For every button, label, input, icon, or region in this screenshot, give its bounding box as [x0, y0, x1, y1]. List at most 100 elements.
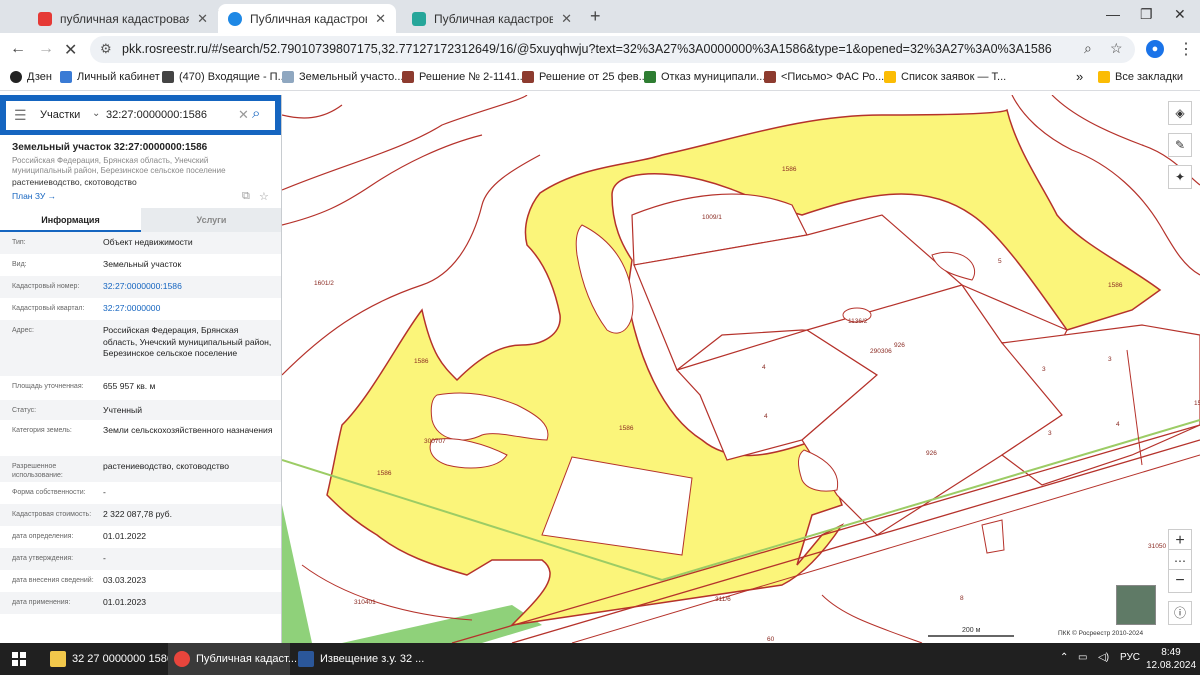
bookmarks-bar: Дзен Личный кабинет (470) Входящие - П..… — [0, 66, 1200, 91]
address-bar[interactable]: ⚙ pkk.rosreestr.ru/#/search/52.790107398… — [90, 36, 1135, 63]
url-text[interactable]: pkk.rosreestr.ru/#/search/52.79010739807… — [122, 42, 1052, 56]
all-bookmarks[interactable]: Все закладки — [1098, 71, 1183, 83]
tab-information[interactable]: Информация — [0, 208, 141, 232]
restore-icon[interactable]: ❐ — [1140, 6, 1153, 23]
yandex-favicon-icon — [38, 11, 52, 26]
site-settings-icon[interactable]: ⚙ — [100, 41, 112, 57]
map-label: 1586 — [1108, 282, 1123, 289]
map-canvas[interactable]: 1586 1009/1 1601/2 5 1586 1136/2 926 290… — [282, 95, 1200, 643]
map-label: 3 — [1042, 366, 1046, 373]
map-label: 8 — [960, 595, 964, 602]
close-tab-icon[interactable]: ✕ — [197, 11, 208, 27]
clock[interactable]: 8:49 12.08.2024 — [1146, 646, 1196, 672]
info-row: дата применения: 01.01.2023 — [0, 592, 281, 614]
info-row: Разрешенное использование: растениеводств… — [0, 456, 281, 482]
forward-arrow-icon[interactable]: → — [38, 40, 54, 58]
search-bar: ☰ Участки ⌄ 32:27:0000000:1586 ✕ ⌕ — [0, 95, 281, 135]
back-arrow-icon[interactable]: ← — [10, 40, 26, 58]
cadastral-map[interactable]: 1586 1009/1 1601/2 5 1586 1136/2 926 290… — [282, 95, 1200, 643]
map-label: 310401 — [354, 599, 376, 606]
minimize-icon[interactable]: — — [1106, 6, 1120, 22]
bookmark-item[interactable]: Личный кабинет — [60, 71, 160, 83]
bookmark-item[interactable]: Список заявок — Т... — [884, 71, 1006, 83]
menu-icon[interactable]: ☰ — [14, 107, 27, 124]
language-indicator[interactable]: РУС — [1120, 652, 1140, 663]
search-icon[interactable]: ⌕ — [252, 105, 260, 122]
profile-avatar[interactable]: ● — [1146, 40, 1164, 58]
court-icon — [522, 71, 534, 83]
info-circle-icon[interactable]: ⓘ — [1168, 601, 1192, 625]
ruler-icon[interactable]: ✎ — [1168, 133, 1192, 157]
gmail-icon — [884, 71, 896, 83]
windows-start-icon[interactable] — [12, 652, 26, 666]
boundary-line — [282, 104, 343, 119]
map-label: 60 — [767, 636, 775, 643]
taskbar-item-explorer[interactable]: 32 27 0000000 1586 — [44, 643, 173, 675]
clear-icon[interactable]: ✕ — [238, 107, 249, 123]
search-type-select[interactable]: Участки — [40, 109, 80, 121]
info-row: дата утверждения: - — [0, 548, 281, 570]
taskbar: 32 27 0000000 1586 Публичная кадаст... И… — [0, 643, 1200, 675]
chevron-down-icon[interactable]: ⌄ — [92, 108, 100, 119]
bookmark-item[interactable]: Земельный участо... — [282, 71, 403, 83]
bookmark-item[interactable]: Дзен — [10, 71, 52, 83]
cadastral-quarter-link[interactable]: 32:27:0000000 — [103, 303, 273, 315]
stop-loading-icon[interactable]: ✕ — [64, 40, 77, 60]
browser-tab-1[interactable]: публичная кадастровая карта ✕ — [28, 4, 218, 33]
close-window-icon[interactable]: ✕ — [1174, 6, 1186, 23]
info-panel: ☰ Участки ⌄ 32:27:0000000:1586 ✕ ⌕ Земел… — [0, 95, 282, 643]
map-label: 3 — [1048, 430, 1052, 437]
browser-tab-2-active[interactable]: Публичная кадастровая карта ✕ — [218, 4, 396, 33]
network-icon[interactable]: ▭ — [1078, 652, 1087, 663]
zoom-out-button[interactable]: − — [1168, 569, 1192, 593]
volume-icon[interactable]: ◁) — [1098, 652, 1109, 663]
browser-tab-3[interactable]: Публичная кадастровая карта ✕ — [402, 4, 582, 33]
dzen-icon — [10, 71, 22, 83]
bookmark-item[interactable]: <Письмо> ФАС Ро... — [764, 71, 884, 83]
bookmark-item[interactable]: Решение от 25 фев... — [522, 71, 648, 83]
zoom-search-icon[interactable]: ⌕ — [1084, 40, 1092, 57]
map-label: 1597 — [1194, 400, 1200, 407]
basemap-thumbnail[interactable] — [1116, 585, 1156, 625]
map-label: 5 — [998, 258, 1002, 265]
object-title: Земельный участок 32:27:0000000:1586 — [12, 142, 208, 153]
taskbar-item-chrome[interactable]: Публичная кадаст... — [168, 643, 297, 675]
tray-overflow-icon[interactable]: ⌃ — [1060, 652, 1068, 663]
favorite-star-icon[interactable]: ☆ — [259, 190, 269, 203]
tab-services[interactable]: Услуги — [141, 208, 281, 232]
map-label: 4 — [762, 364, 766, 371]
info-row: дата внесения сведений: 03.03.2023 — [12, 575, 147, 585]
info-row: Вид: Земельный участок — [12, 259, 182, 269]
parcel-small[interactable] — [981, 519, 1005, 554]
boundary-line — [282, 95, 528, 191]
bookmark-item[interactable]: (470) Входящие - П... — [162, 71, 287, 83]
search-input[interactable]: 32:27:0000000:1586 — [106, 109, 207, 121]
map-label: 1586 — [619, 425, 634, 432]
more-bookmarks-icon[interactable]: » — [1076, 69, 1083, 84]
taskbar-item-word[interactable]: Извещение з.у. 32 ... — [292, 643, 424, 675]
share-icon[interactable]: ⧉ — [242, 190, 250, 203]
bookmark-star-icon[interactable]: ☆ — [1110, 40, 1123, 57]
locate-icon[interactable]: ✦ — [1168, 165, 1192, 189]
bookmark-item[interactable]: Решение № 2-1141... — [402, 71, 526, 83]
rosreestr-favicon-icon — [412, 11, 426, 26]
cadastral-number-link[interactable]: 32:27:0000000:1586 — [103, 281, 273, 293]
new-tab-button[interactable]: + — [590, 6, 601, 27]
plan-link[interactable]: План ЗУ → — [12, 191, 56, 201]
bookmark-item[interactable]: Отказ муниципали... — [644, 71, 765, 83]
info-row: Форма собственности: - — [12, 487, 106, 497]
word-icon — [298, 651, 314, 667]
object-address: Российская Федерация, Брянская область, … — [12, 156, 226, 175]
map-label: 1586 — [782, 166, 797, 173]
info-table: Тип: Объект недвижимости Вид: Земельный уч… — [0, 232, 281, 614]
info-row: Площадь уточненная: 655 957 кв. м — [12, 381, 156, 391]
map-label: 311/6 — [715, 596, 731, 603]
scale-label: 200 м — [962, 627, 981, 634]
close-tab-icon[interactable]: ✕ — [561, 11, 572, 27]
map-label: 1586 — [414, 358, 429, 365]
map-label: 1009/1 — [702, 214, 722, 221]
close-tab-icon[interactable]: ✕ — [375, 11, 386, 27]
map-label: 290306 — [870, 348, 892, 355]
layers-icon[interactable]: ◈ — [1168, 101, 1192, 125]
browser-menu-icon[interactable]: ⋮ — [1178, 39, 1194, 59]
